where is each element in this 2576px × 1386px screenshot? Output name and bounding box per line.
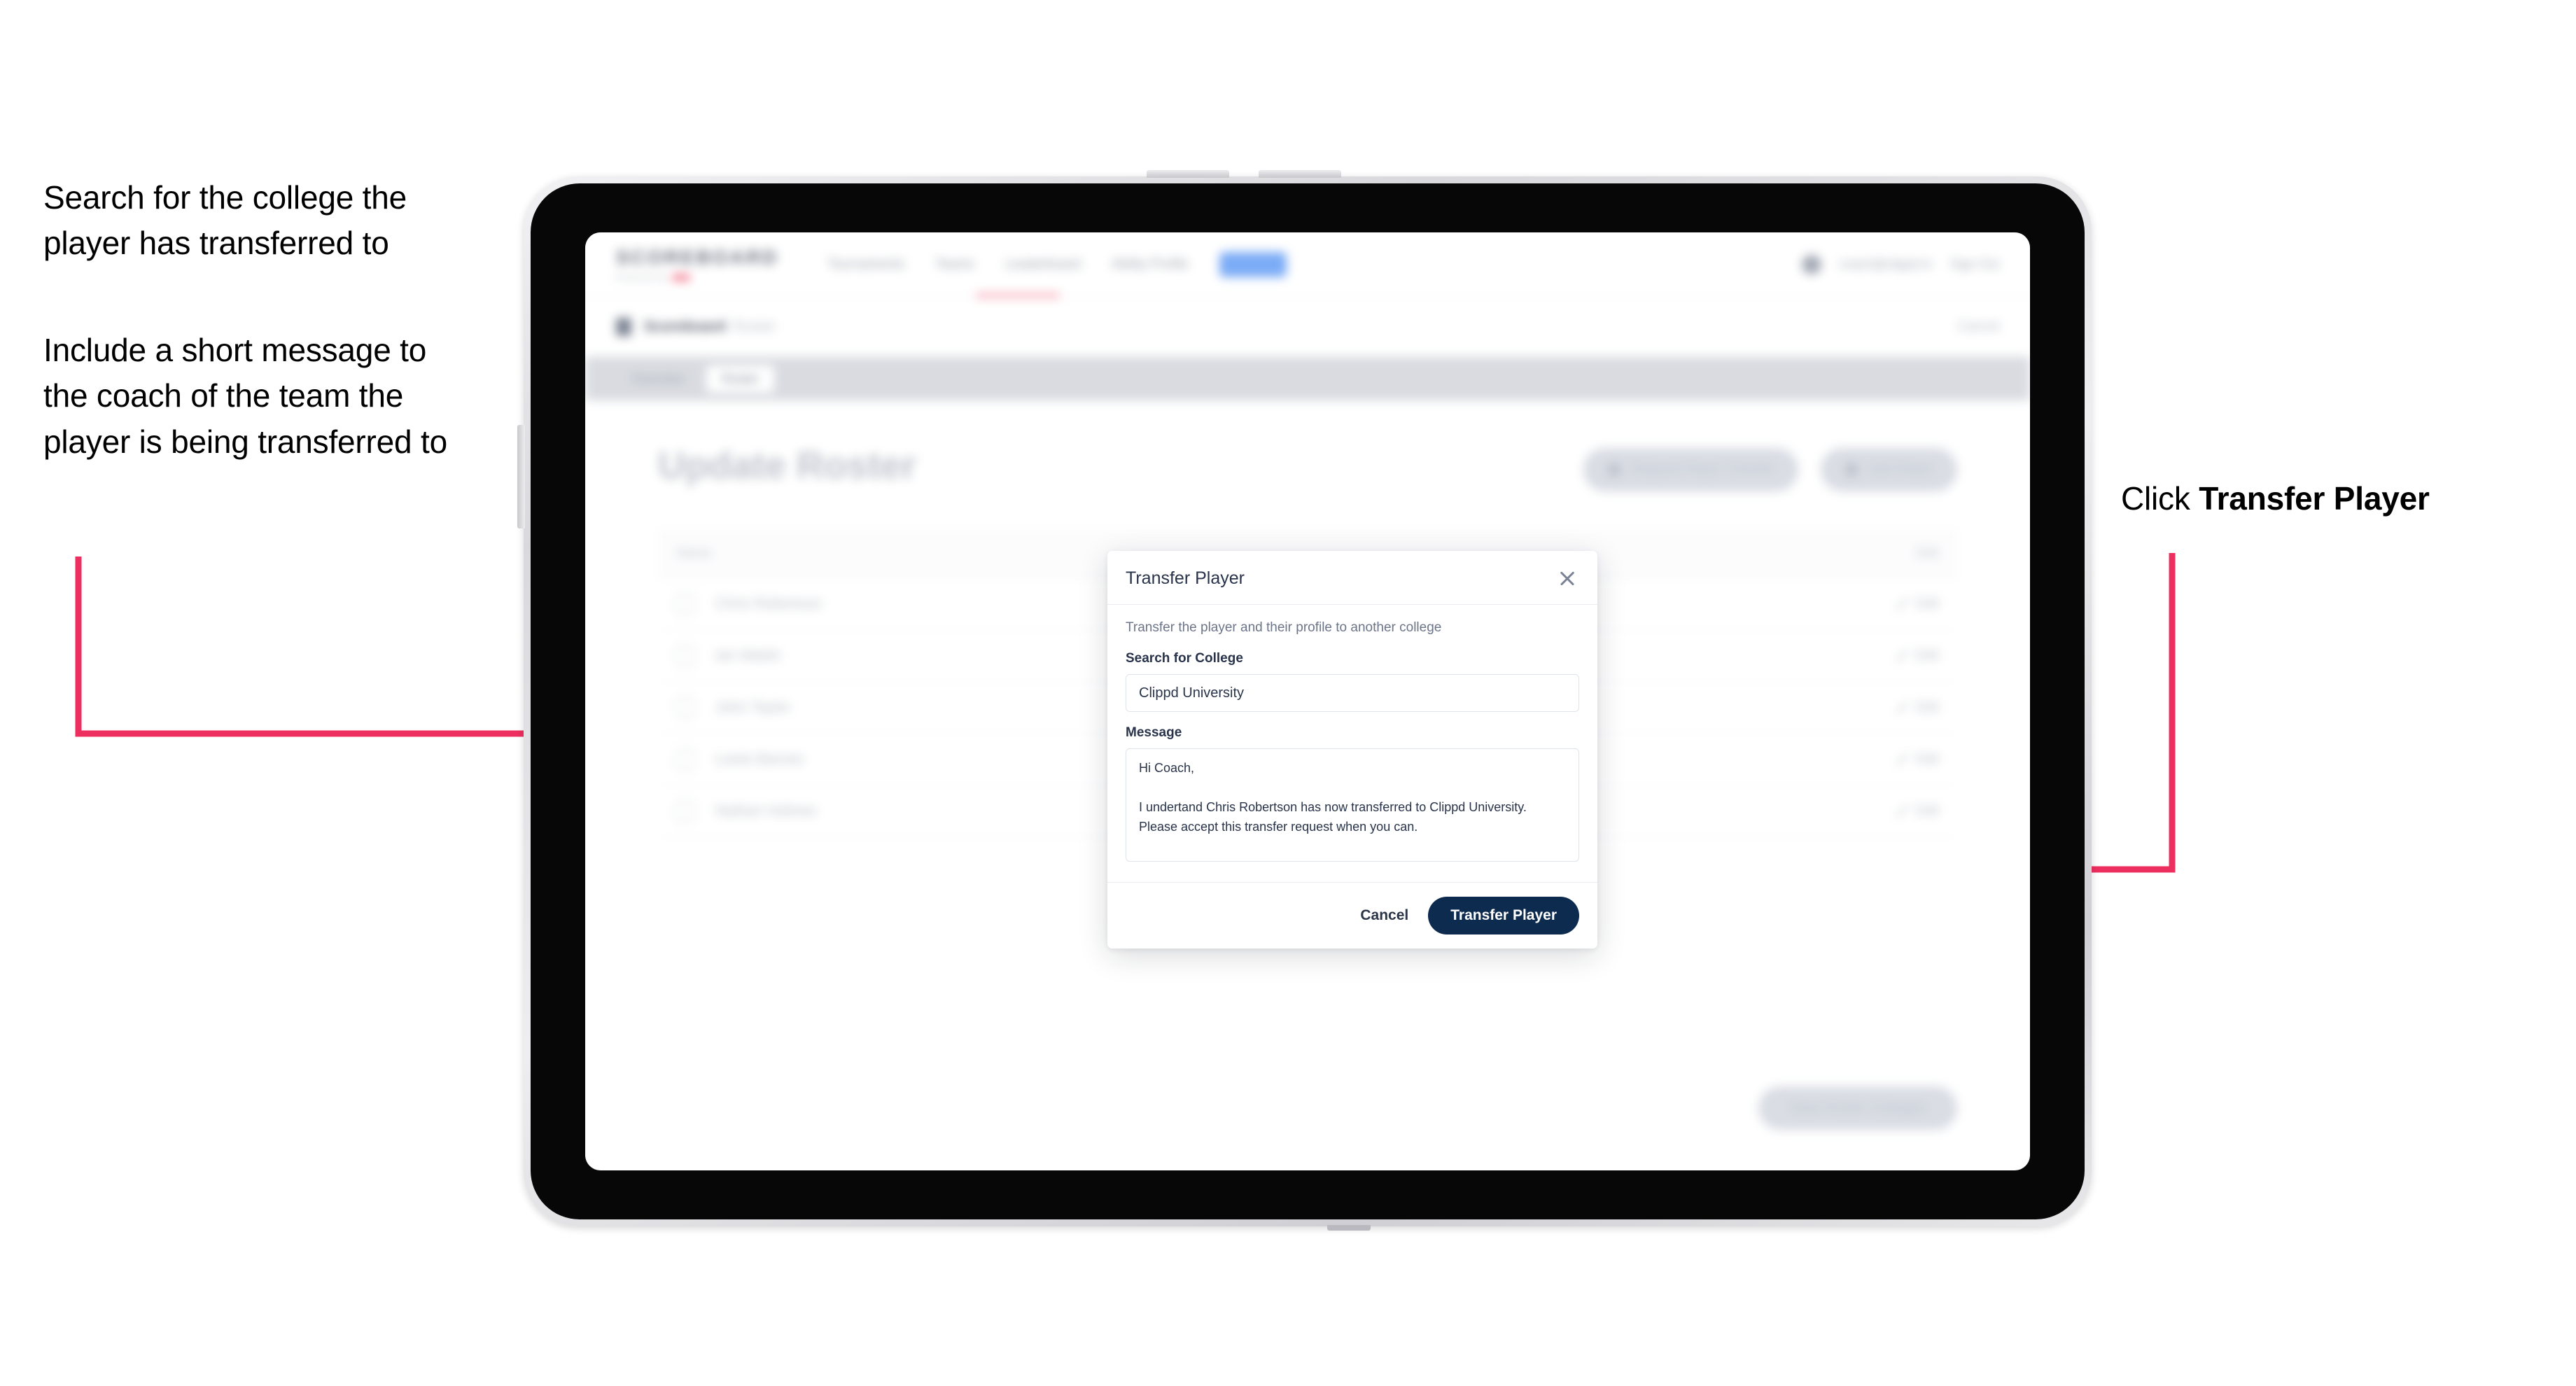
- dialog-description: Transfer the player and their profile to…: [1126, 620, 1442, 635]
- transfer-player-dialog: Transfer Player Transfer the player and …: [1107, 551, 1597, 948]
- annotation-click-transfer-player: Click Transfer Player: [2121, 476, 2555, 522]
- clipboard-icon: [616, 317, 631, 336]
- tab-overview[interactable]: Overview: [616, 365, 699, 393]
- request-player-transfer-label: Request Player Transfer: [1631, 462, 1775, 477]
- row-edit-label: Edit: [1916, 648, 1939, 663]
- message-label: Message: [1126, 725, 1182, 740]
- brand-wordmark: SCOREBOARD: [616, 246, 779, 268]
- annotated-screenshot-canvas: Search for the college the player has tr…: [0, 0, 2576, 1386]
- tablet-device-frame: SCOREBOARD Powered by Tournaments Teams …: [517, 170, 2092, 1231]
- row-edit-action[interactable]: Edit: [1820, 700, 1939, 715]
- pencil-icon: [1895, 804, 1908, 818]
- tablet-bezel: SCOREBOARD Powered by Tournaments Teams …: [531, 183, 2085, 1219]
- volume-down-button[interactable]: [1259, 170, 1341, 178]
- column-header-edit: Edit: [1916, 545, 1939, 561]
- annotation-include-message: Include a short message to the coach of …: [43, 332, 447, 460]
- tablet-screen: SCOREBOARD Powered by Tournaments Teams …: [585, 232, 2030, 1170]
- row-checkbox[interactable]: [676, 593, 694, 615]
- nav-item-leaderboard[interactable]: Leaderboard: [1005, 257, 1081, 272]
- row-edit-action[interactable]: Edit: [1820, 648, 1939, 664]
- page-title: Update Roster: [658, 444, 917, 486]
- row-edit-action[interactable]: Edit: [1820, 804, 1939, 819]
- breadcrumb-secondary: Roster: [732, 318, 776, 335]
- brand-tagline: Powered by: [616, 272, 778, 282]
- pencil-icon: [1895, 701, 1908, 714]
- app-account-area: coach@clippd.io Sign Out: [1801, 254, 1999, 274]
- annotation-click-bold: Transfer Player: [2199, 480, 2430, 517]
- plus-icon: [1844, 463, 1859, 477]
- row-edit-action[interactable]: Edit: [1820, 752, 1939, 767]
- account-email: coach@clippd.io: [1839, 257, 1932, 271]
- close-icon[interactable]: [1555, 566, 1579, 590]
- dialog-header: Transfer Player: [1107, 551, 1597, 605]
- row-checkbox[interactable]: [676, 645, 694, 666]
- brand-tagline-text: Powered by: [616, 272, 668, 282]
- add-player-button[interactable]: Add Player: [1821, 448, 1957, 491]
- pencil-icon: [1895, 649, 1908, 662]
- page-header-actions: Request Player Transfer Add Player: [1583, 448, 1957, 491]
- sign-out-link[interactable]: Sign Out: [1950, 257, 1999, 272]
- row-checkbox[interactable]: [676, 800, 694, 822]
- save-roster-changes-button[interactable]: Save Roster Changes: [1758, 1086, 1957, 1130]
- dialog-body: Transfer the player and their profile to…: [1107, 605, 1597, 882]
- tab-roster[interactable]: Roster: [706, 365, 775, 393]
- row-edit-label: Edit: [1916, 699, 1939, 715]
- nav-item-roster[interactable]: Roster: [1219, 251, 1287, 277]
- add-player-label: Add Player: [1868, 462, 1933, 477]
- row-edit-label: Edit: [1916, 803, 1939, 818]
- search-college-label: Search for College: [1126, 651, 1243, 666]
- annotation-click-prefix: Click: [2121, 480, 2199, 517]
- nav-item-teams[interactable]: Teams: [935, 257, 974, 272]
- dialog-title: Transfer Player: [1126, 568, 1245, 588]
- row-checkbox[interactable]: [676, 696, 694, 718]
- volume-up-button[interactable]: [1147, 170, 1229, 178]
- transfer-icon: [1607, 463, 1622, 477]
- search-college-input[interactable]: [1126, 674, 1579, 712]
- avatar[interactable]: [1801, 254, 1821, 274]
- row-checkbox[interactable]: [676, 748, 694, 770]
- breadcrumb-primary[interactable]: Scoreboard: [644, 318, 726, 335]
- message-textarea[interactable]: Hi Coach, I undertand Chris Robertson ha…: [1126, 748, 1579, 862]
- row-edit-action[interactable]: Edit: [1820, 596, 1939, 612]
- cancel-button[interactable]: Cancel: [1360, 907, 1408, 924]
- connector-port: [1327, 1225, 1371, 1231]
- app-tab-strip: Overview Roster: [585, 357, 2030, 400]
- annotation-search-college: Search for the college the player has tr…: [43, 179, 407, 262]
- breadcrumb: Scoreboard Roster Cancel: [585, 297, 2030, 357]
- app-logo[interactable]: SCOREBOARD Powered by: [616, 246, 778, 282]
- app-nav-items: Tournaments Teams Leaderboard Ability Pr…: [827, 251, 1287, 277]
- breadcrumb-cancel-action[interactable]: Cancel: [1958, 319, 1999, 335]
- transfer-player-submit-button[interactable]: Transfer Player: [1428, 897, 1579, 934]
- pencil-icon: [1895, 752, 1908, 766]
- pencil-icon: [1895, 597, 1908, 610]
- nav-item-ability-profile[interactable]: Ability Profile: [1112, 257, 1189, 272]
- request-player-transfer-button[interactable]: Request Player Transfer: [1583, 448, 1799, 491]
- row-edit-label: Edit: [1916, 751, 1939, 766]
- nav-item-tournaments[interactable]: Tournaments: [827, 257, 904, 272]
- brand-accent-mark: [672, 274, 691, 281]
- row-edit-label: Edit: [1916, 596, 1939, 611]
- app-top-navigation: SCOREBOARD Powered by Tournaments Teams …: [585, 232, 2030, 297]
- power-button[interactable]: [517, 425, 525, 528]
- dialog-footer: Cancel Transfer Player: [1107, 882, 1597, 948]
